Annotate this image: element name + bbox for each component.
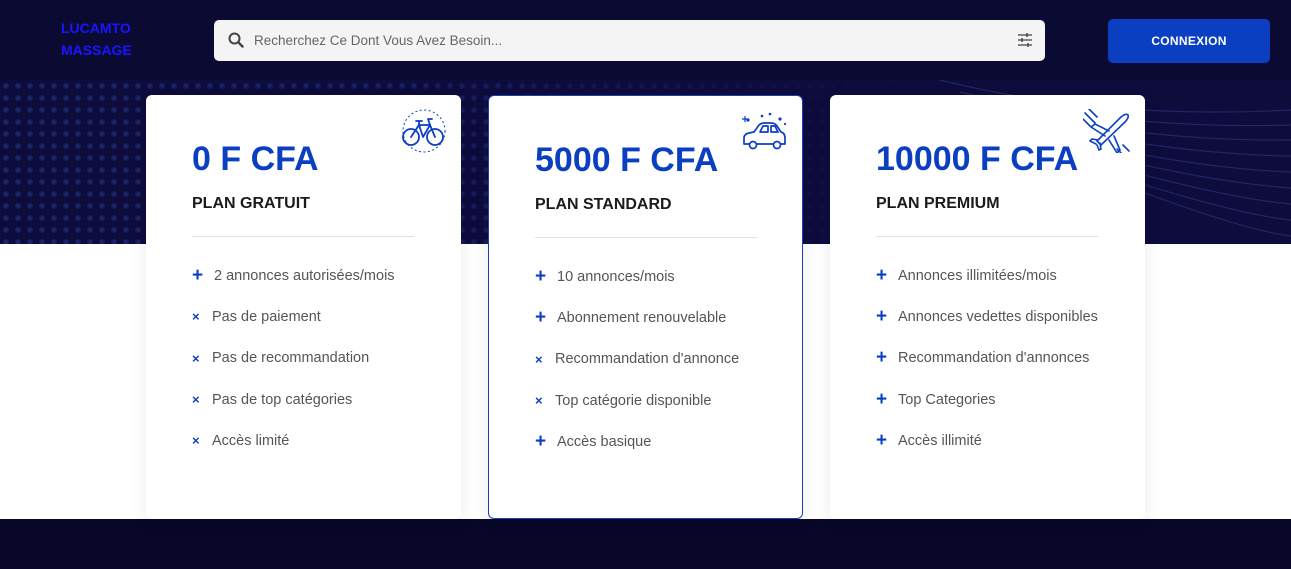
feature-item: + Annonces illimitées/mois	[876, 255, 1098, 296]
plan-card-free: 0 F CFA PLAN GRATUIT +2 annonces autoris…	[146, 95, 461, 519]
top-header: LUCAMTO MASSAGE CONNEXION	[0, 0, 1291, 80]
plus-icon: +	[876, 429, 888, 451]
feature-item: + Accès basique	[535, 421, 739, 462]
feature-item: + Accès illimité	[876, 420, 1098, 461]
feature-text: Top Categories	[898, 391, 996, 408]
logo-line-2: MASSAGE	[61, 42, 132, 58]
filter-icon[interactable]	[1017, 32, 1033, 48]
plan-price: 10000 F CFA	[876, 140, 1079, 178]
feature-text: Abonnement renouvelable	[557, 309, 727, 326]
feature-item: + Annonces vedettes disponibles	[876, 296, 1098, 337]
feature-item: × Pas de paiement	[192, 296, 395, 337]
site-logo[interactable]: LUCAMTO MASSAGE	[61, 17, 132, 61]
plan-price: 5000 F CFA	[535, 141, 719, 179]
feature-item: + Top Categories	[876, 379, 1098, 420]
divider	[192, 236, 414, 237]
feature-text: Pas de top catégories	[212, 391, 353, 408]
search-icon[interactable]	[228, 32, 244, 48]
plan-name: PLAN PREMIUM	[876, 195, 1000, 212]
plus-icon: +	[876, 347, 888, 369]
login-button[interactable]: CONNEXION	[1108, 19, 1270, 63]
plan-name: PLAN GRATUIT	[192, 195, 310, 212]
feature-text: Accès limité	[212, 432, 290, 449]
feature-list: +2 annonces autorisées/mois × Pas de paie…	[192, 255, 395, 461]
plus-icon: +	[876, 388, 888, 410]
feature-item: × Pas de top catégories	[192, 379, 395, 420]
cross-icon: ×	[192, 350, 200, 366]
search-bar	[214, 20, 1045, 61]
feature-text: Recommandation d'annonce	[555, 351, 740, 368]
feature-text: 10 annonces/mois	[557, 268, 675, 285]
feature-text: Accès illimité	[898, 432, 982, 449]
plus-icon: +	[535, 306, 547, 328]
cross-icon: ×	[535, 351, 543, 367]
plan-card-standard: 5000 F CFA PLAN STANDARD +10 annonces/mo…	[488, 95, 803, 519]
feature-text: Annonces illimitées/mois	[898, 267, 1057, 284]
feature-text: Top catégorie disponible	[555, 392, 712, 409]
feature-item: +2 annonces autorisées/mois	[192, 255, 395, 296]
feature-list: +10 annonces/mois + Abonnement renouvelab…	[535, 256, 739, 462]
cross-icon: ×	[192, 433, 200, 449]
footer-band	[0, 519, 1291, 569]
feature-text: Annonces vedettes disponibles	[898, 308, 1098, 325]
plus-icon: +	[876, 264, 888, 286]
feature-item: + Abonnement renouvelable	[535, 297, 739, 338]
feature-item: × Accès limité	[192, 420, 395, 461]
logo-line-1: LUCAMTO	[61, 20, 131, 36]
search-input[interactable]	[254, 20, 994, 61]
divider	[876, 236, 1098, 237]
plus-icon: +	[535, 430, 547, 452]
plan-name: PLAN STANDARD	[535, 196, 672, 213]
bicycle-icon	[402, 109, 446, 153]
plus-icon: +	[192, 264, 204, 286]
plan-card-premium: 10000 F CFA PLAN PREMIUM + Annonces illim…	[830, 95, 1145, 519]
plus-icon: +	[876, 305, 888, 327]
feature-item: × Recommandation d'annonce	[535, 339, 739, 380]
feature-item: +10 annonces/mois	[535, 256, 739, 297]
cross-icon: ×	[192, 392, 200, 408]
feature-text: Recommandation d'annonces	[898, 350, 1090, 367]
feature-text: Accès basique	[557, 433, 652, 450]
feature-item: + Recommandation d'annonces	[876, 338, 1098, 379]
plus-icon: +	[535, 265, 547, 287]
divider	[535, 237, 757, 238]
feature-text: 2 annonces autorisées/mois	[214, 267, 395, 284]
feature-list: + Annonces illimitées/mois + Annonces vede…	[876, 255, 1098, 461]
feature-item: × Top catégorie disponible	[535, 380, 739, 421]
plan-price: 0 F CFA	[192, 140, 319, 178]
cross-icon: ×	[535, 393, 543, 409]
cross-icon: ×	[192, 309, 200, 325]
feature-item: × Pas de recommandation	[192, 338, 395, 379]
car-icon	[742, 112, 787, 150]
feature-text: Pas de recommandation	[212, 350, 370, 367]
airplane-icon	[1083, 109, 1130, 153]
feature-text: Pas de paiement	[212, 308, 321, 325]
